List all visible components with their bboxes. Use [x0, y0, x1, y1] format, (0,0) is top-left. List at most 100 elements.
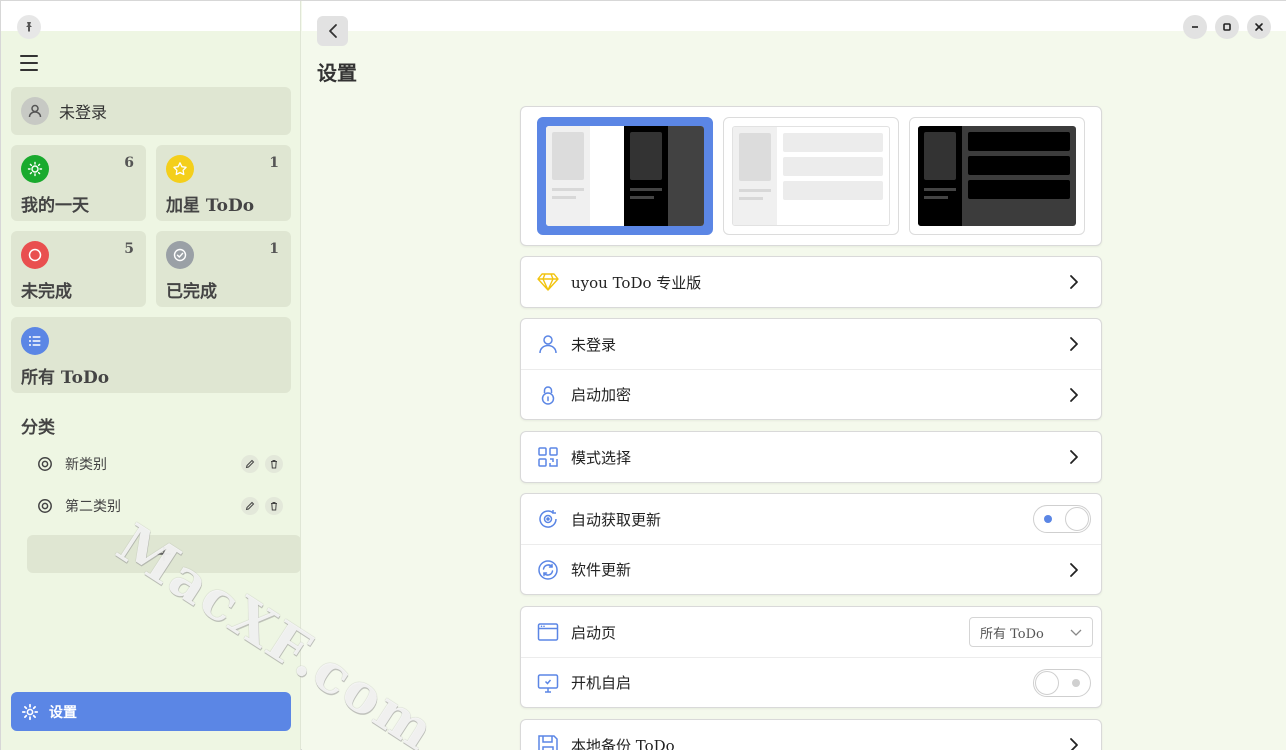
auto-update-row: 自动获取更新 — [521, 494, 1101, 544]
chevron-right-icon — [1070, 275, 1078, 289]
tile-incomplete[interactable]: 5 未完成 — [11, 231, 146, 307]
add-category-label: + — [154, 541, 174, 567]
chevron-right-icon — [1070, 450, 1078, 464]
gear-icon — [21, 703, 39, 720]
row-label: 未登录 — [571, 335, 617, 354]
tile-all-todo[interactable]: 所有 ToDo — [11, 317, 291, 393]
row-label: 模式选择 — [571, 448, 632, 467]
start-page-row: 启动页 所有 ToDo — [521, 607, 1101, 657]
window-icon — [537, 621, 559, 643]
tile-label: 已完成 — [166, 282, 217, 302]
chevron-right-icon — [1070, 738, 1078, 750]
sidebar: 未登录 6 我的一天 1 加星 ToDo 5 未完成 1 已完成 所有 ToDo… — [1, 1, 301, 750]
software-update-row[interactable]: 软件更新 — [521, 544, 1101, 594]
edit-icon[interactable] — [241, 455, 259, 473]
chevron-left-icon — [328, 24, 337, 38]
launch-card: 启动页 所有 ToDo 开机自启 — [520, 606, 1102, 708]
maximize-icon — [1223, 23, 1231, 31]
back-button[interactable] — [317, 16, 348, 46]
pro-card: uyou ToDo 专业版 — [520, 256, 1102, 308]
row-label: 软件更新 — [571, 561, 632, 579]
encryption-row[interactable]: 启动加密 — [521, 369, 1101, 419]
tile-count: 5 — [124, 241, 134, 257]
check-circle-icon — [166, 241, 194, 269]
lock-icon — [537, 384, 559, 406]
chevron-down-icon — [1070, 629, 1082, 636]
theme-preview — [918, 126, 1076, 226]
tile-label: 加星 ToDo — [166, 196, 255, 216]
tile-label: 我的一天 — [21, 196, 89, 216]
backup-row[interactable]: 本地备份 ToDo — [521, 720, 1101, 750]
row-label: 自动获取更新 — [571, 510, 662, 529]
row-label: uyou ToDo 专业版 — [571, 273, 702, 292]
mode-row[interactable]: 模式选择 — [521, 432, 1101, 482]
mode-card: 模式选择 — [520, 431, 1102, 483]
sun-icon — [21, 155, 49, 183]
tile-count: 1 — [269, 155, 279, 171]
circle-icon — [21, 241, 49, 269]
category-label: 第二类别 — [65, 499, 121, 515]
chevron-right-icon — [1070, 563, 1078, 577]
trash-icon[interactable] — [265, 497, 283, 515]
target-icon — [38, 457, 52, 471]
row-label: 本地备份 ToDo — [571, 736, 675, 750]
category-label: 新类别 — [65, 457, 107, 473]
account-card: 未登录 启动加密 — [520, 318, 1102, 420]
row-label: 启动加密 — [571, 386, 632, 404]
chevron-right-icon — [1070, 337, 1078, 351]
edit-icon[interactable] — [241, 497, 259, 515]
pin-icon[interactable] — [17, 15, 41, 39]
add-category-button[interactable]: + — [27, 535, 301, 573]
save-icon — [537, 734, 559, 750]
close-button[interactable] — [1247, 15, 1271, 39]
refresh-icon — [537, 559, 559, 581]
settings-label: 设置 — [49, 704, 77, 721]
theme-preview — [546, 126, 704, 226]
tile-label: 所有 ToDo — [21, 368, 110, 388]
tile-label: 未完成 — [21, 282, 72, 302]
user-name: 未登录 — [59, 103, 108, 122]
auto-update-icon — [537, 508, 559, 530]
close-icon — [1255, 23, 1263, 31]
pro-row[interactable]: uyou ToDo 专业版 — [521, 257, 1101, 307]
theme-option-dark[interactable] — [909, 117, 1085, 235]
list-icon — [21, 327, 49, 355]
tile-completed[interactable]: 1 已完成 — [156, 231, 291, 307]
start-page-select[interactable]: 所有 ToDo — [969, 617, 1093, 647]
tile-count: 1 — [269, 241, 279, 257]
theme-preview — [732, 126, 890, 226]
category-item[interactable]: 第二类别 — [37, 492, 283, 520]
target-icon — [38, 499, 52, 513]
autostart-toggle[interactable] — [1033, 669, 1091, 697]
categories-title: 分类 — [21, 418, 55, 438]
category-item[interactable]: 新类别 — [37, 450, 283, 478]
tile-my-day[interactable]: 6 我的一天 — [11, 145, 146, 221]
settings-button[interactable]: 设置 — [11, 692, 291, 731]
tile-starred[interactable]: 1 加星 ToDo — [156, 145, 291, 221]
backup-card: 本地备份 ToDo — [520, 719, 1102, 750]
tile-count: 6 — [124, 155, 134, 171]
theme-picker — [520, 106, 1102, 246]
monitor-icon — [537, 672, 559, 694]
app-window: 未登录 6 我的一天 1 加星 ToDo 5 未完成 1 已完成 所有 ToDo… — [0, 0, 1286, 750]
minimize-icon — [1192, 26, 1198, 28]
select-value: 所有 ToDo — [980, 626, 1044, 642]
row-label: 开机自启 — [571, 674, 632, 692]
maximize-button[interactable] — [1215, 15, 1239, 39]
autostart-row: 开机自启 — [521, 657, 1101, 707]
chevron-right-icon — [1070, 388, 1078, 402]
page-title: 设置 — [317, 61, 357, 85]
user-card[interactable]: 未登录 — [11, 87, 291, 135]
diamond-icon — [537, 271, 559, 293]
minimize-button[interactable] — [1183, 15, 1207, 39]
theme-option-light[interactable] — [723, 117, 899, 235]
user-icon — [537, 333, 559, 355]
auto-update-toggle[interactable] — [1033, 505, 1091, 533]
grid-icon — [537, 446, 559, 468]
user-avatar-icon — [21, 97, 49, 125]
menu-icon[interactable] — [20, 55, 38, 71]
trash-icon[interactable] — [265, 455, 283, 473]
update-card: 自动获取更新 软件更新 — [520, 493, 1102, 595]
login-row[interactable]: 未登录 — [521, 319, 1101, 369]
theme-option-split[interactable] — [537, 117, 713, 235]
